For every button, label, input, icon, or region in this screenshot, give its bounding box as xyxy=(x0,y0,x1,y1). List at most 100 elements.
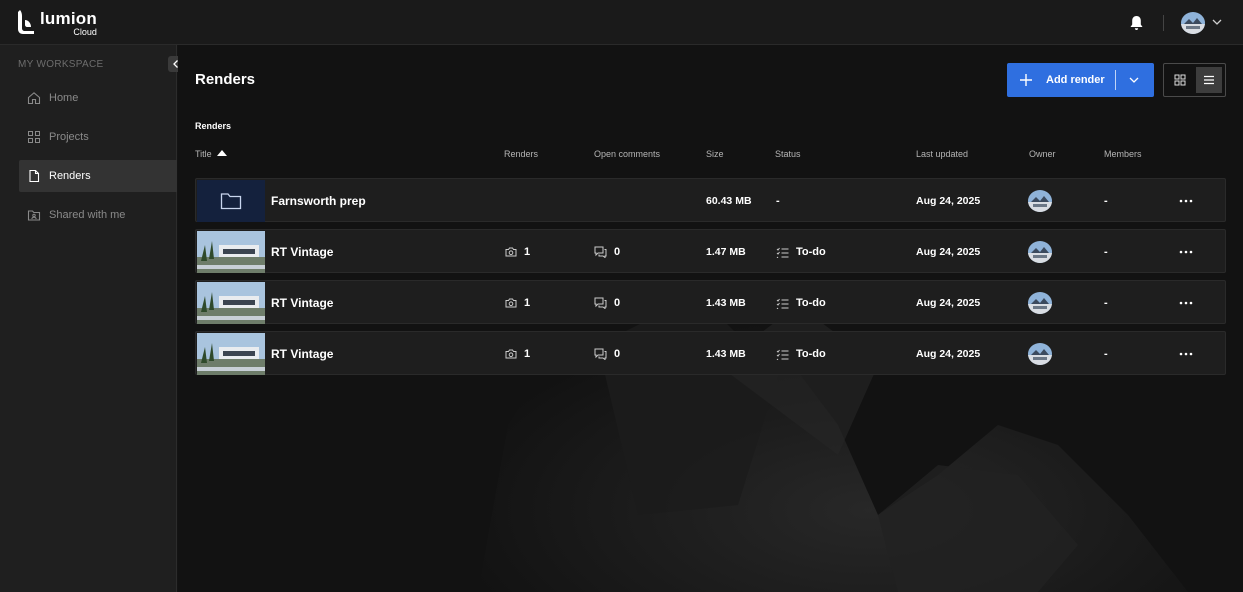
lumion-logo-icon xyxy=(18,10,34,34)
folder-thumbnail xyxy=(197,180,265,222)
row-last-updated: Aug 24, 2025 xyxy=(916,348,981,360)
column-header-size[interactable]: Size xyxy=(706,149,724,159)
row-last-updated: Aug 24, 2025 xyxy=(916,246,981,258)
add-render-label: Add render xyxy=(1046,74,1105,86)
breadcrumb[interactable]: Renders xyxy=(195,121,231,131)
row-comments: 0 xyxy=(594,230,620,274)
table-row[interactable]: RT Vintage 1 0 1.43 MB To-do Aug 24, 202… xyxy=(195,331,1226,375)
row-comments: 0 xyxy=(594,332,620,376)
row-members: - xyxy=(1104,348,1108,360)
comments-icon xyxy=(594,246,607,258)
folder-icon xyxy=(220,193,242,210)
row-size: 60.43 MB xyxy=(706,195,752,207)
row-size: 1.43 MB xyxy=(706,348,746,360)
list-icon xyxy=(1203,75,1214,85)
grid-icon xyxy=(28,131,40,143)
sidebar-item-label: Home xyxy=(49,91,79,104)
row-title[interactable]: RT Vintage xyxy=(271,281,333,325)
table-row[interactable]: RT Vintage 1 0 1.47 MB To-do Aug 24, 202… xyxy=(195,229,1226,273)
checklist-icon xyxy=(776,247,789,258)
sidebar-item-label: Renders xyxy=(49,169,91,182)
shared-folder-icon xyxy=(27,210,41,221)
row-owner xyxy=(1028,179,1052,223)
render-thumbnail xyxy=(197,333,265,375)
comments-icon xyxy=(594,348,607,360)
owner-avatar xyxy=(1028,241,1052,263)
user-avatar[interactable] xyxy=(1181,12,1205,34)
column-header-title[interactable]: Title xyxy=(195,149,227,159)
main-content: Renders Add render Renders Title Renders… xyxy=(178,45,1243,592)
row-comments: 0 xyxy=(594,281,620,325)
column-header-last-updated[interactable]: Last updated xyxy=(916,149,968,159)
home-icon xyxy=(27,92,41,105)
grid-view-button[interactable] xyxy=(1167,67,1194,93)
row-owner xyxy=(1028,230,1052,274)
more-horizontal-icon xyxy=(1179,250,1193,254)
page-title: Renders xyxy=(195,71,256,88)
checklist-icon xyxy=(776,298,789,309)
table-header: Title Renders Open comments Size Status … xyxy=(195,149,1225,161)
camera-icon xyxy=(505,349,517,359)
render-thumbnail xyxy=(197,231,265,273)
more-options-button[interactable] xyxy=(1179,281,1200,325)
row-status: - xyxy=(776,195,780,207)
more-options-button[interactable] xyxy=(1179,332,1200,376)
more-options-button[interactable] xyxy=(1179,179,1200,223)
row-owner xyxy=(1028,281,1052,325)
top-bar: lumion Cloud xyxy=(0,0,1243,45)
logo-name: lumion xyxy=(40,9,97,28)
row-size: 1.43 MB xyxy=(706,297,746,309)
add-render-button[interactable]: Add render xyxy=(1007,63,1154,97)
view-toggle xyxy=(1163,63,1226,97)
chevron-down-icon[interactable] xyxy=(1128,74,1140,86)
comments-icon xyxy=(594,297,607,309)
lumion-logo[interactable]: lumion Cloud xyxy=(18,10,97,37)
row-owner xyxy=(1028,332,1052,376)
row-status[interactable]: To-do xyxy=(776,281,826,325)
row-title[interactable]: RT Vintage xyxy=(271,332,333,376)
sort-ascending-icon xyxy=(216,150,227,156)
more-options-button[interactable] xyxy=(1179,230,1200,274)
more-horizontal-icon xyxy=(1179,199,1193,203)
column-header-renders[interactable]: Renders xyxy=(504,149,538,159)
column-header-comments[interactable]: Open comments xyxy=(594,149,660,159)
row-renders: 1 xyxy=(505,230,530,274)
owner-avatar xyxy=(1028,292,1052,314)
sidebar-item-renders[interactable]: Renders xyxy=(19,160,177,192)
logo-subtitle: Cloud xyxy=(73,27,97,37)
sidebar-item-projects[interactable]: Projects xyxy=(19,121,177,153)
table-row[interactable]: RT Vintage 1 0 1.43 MB To-do Aug 24, 202… xyxy=(195,280,1226,324)
owner-avatar xyxy=(1028,190,1052,212)
row-title[interactable]: RT Vintage xyxy=(271,230,333,274)
button-separator xyxy=(1115,70,1116,90)
sidebar-item-shared[interactable]: Shared with me xyxy=(19,199,177,231)
owner-avatar xyxy=(1028,343,1052,365)
bell-icon[interactable] xyxy=(1129,15,1144,31)
row-members: - xyxy=(1104,195,1108,207)
chevron-down-icon[interactable] xyxy=(1211,16,1223,28)
row-title[interactable]: Farnsworth prep xyxy=(271,179,366,223)
grid-icon xyxy=(1174,74,1186,86)
row-status[interactable]: To-do xyxy=(776,230,826,274)
row-renders: 1 xyxy=(505,332,530,376)
row-last-updated: Aug 24, 2025 xyxy=(916,195,981,207)
plus-icon xyxy=(1020,74,1032,86)
sidebar: MY WORKSPACE Home Projects Renders Share… xyxy=(0,45,184,592)
camera-icon xyxy=(505,298,517,308)
column-header-members[interactable]: Members xyxy=(1104,149,1142,159)
row-size: 1.47 MB xyxy=(706,246,746,258)
sidebar-item-label: Shared with me xyxy=(49,208,126,221)
workspace-label: MY WORKSPACE xyxy=(18,59,104,70)
sidebar-item-label: Projects xyxy=(49,130,89,143)
sidebar-item-home[interactable]: Home xyxy=(19,82,177,114)
file-icon xyxy=(29,169,40,183)
camera-icon xyxy=(505,247,517,257)
list-view-button[interactable] xyxy=(1195,67,1222,93)
column-header-owner[interactable]: Owner xyxy=(1029,149,1056,159)
topbar-divider xyxy=(1163,15,1164,31)
row-status[interactable]: To-do xyxy=(776,332,826,376)
more-horizontal-icon xyxy=(1179,352,1193,356)
column-header-status[interactable]: Status xyxy=(775,149,801,159)
table-row[interactable]: Farnsworth prep 60.43 MB - Aug 24, 2025 … xyxy=(195,178,1226,222)
row-members: - xyxy=(1104,297,1108,309)
